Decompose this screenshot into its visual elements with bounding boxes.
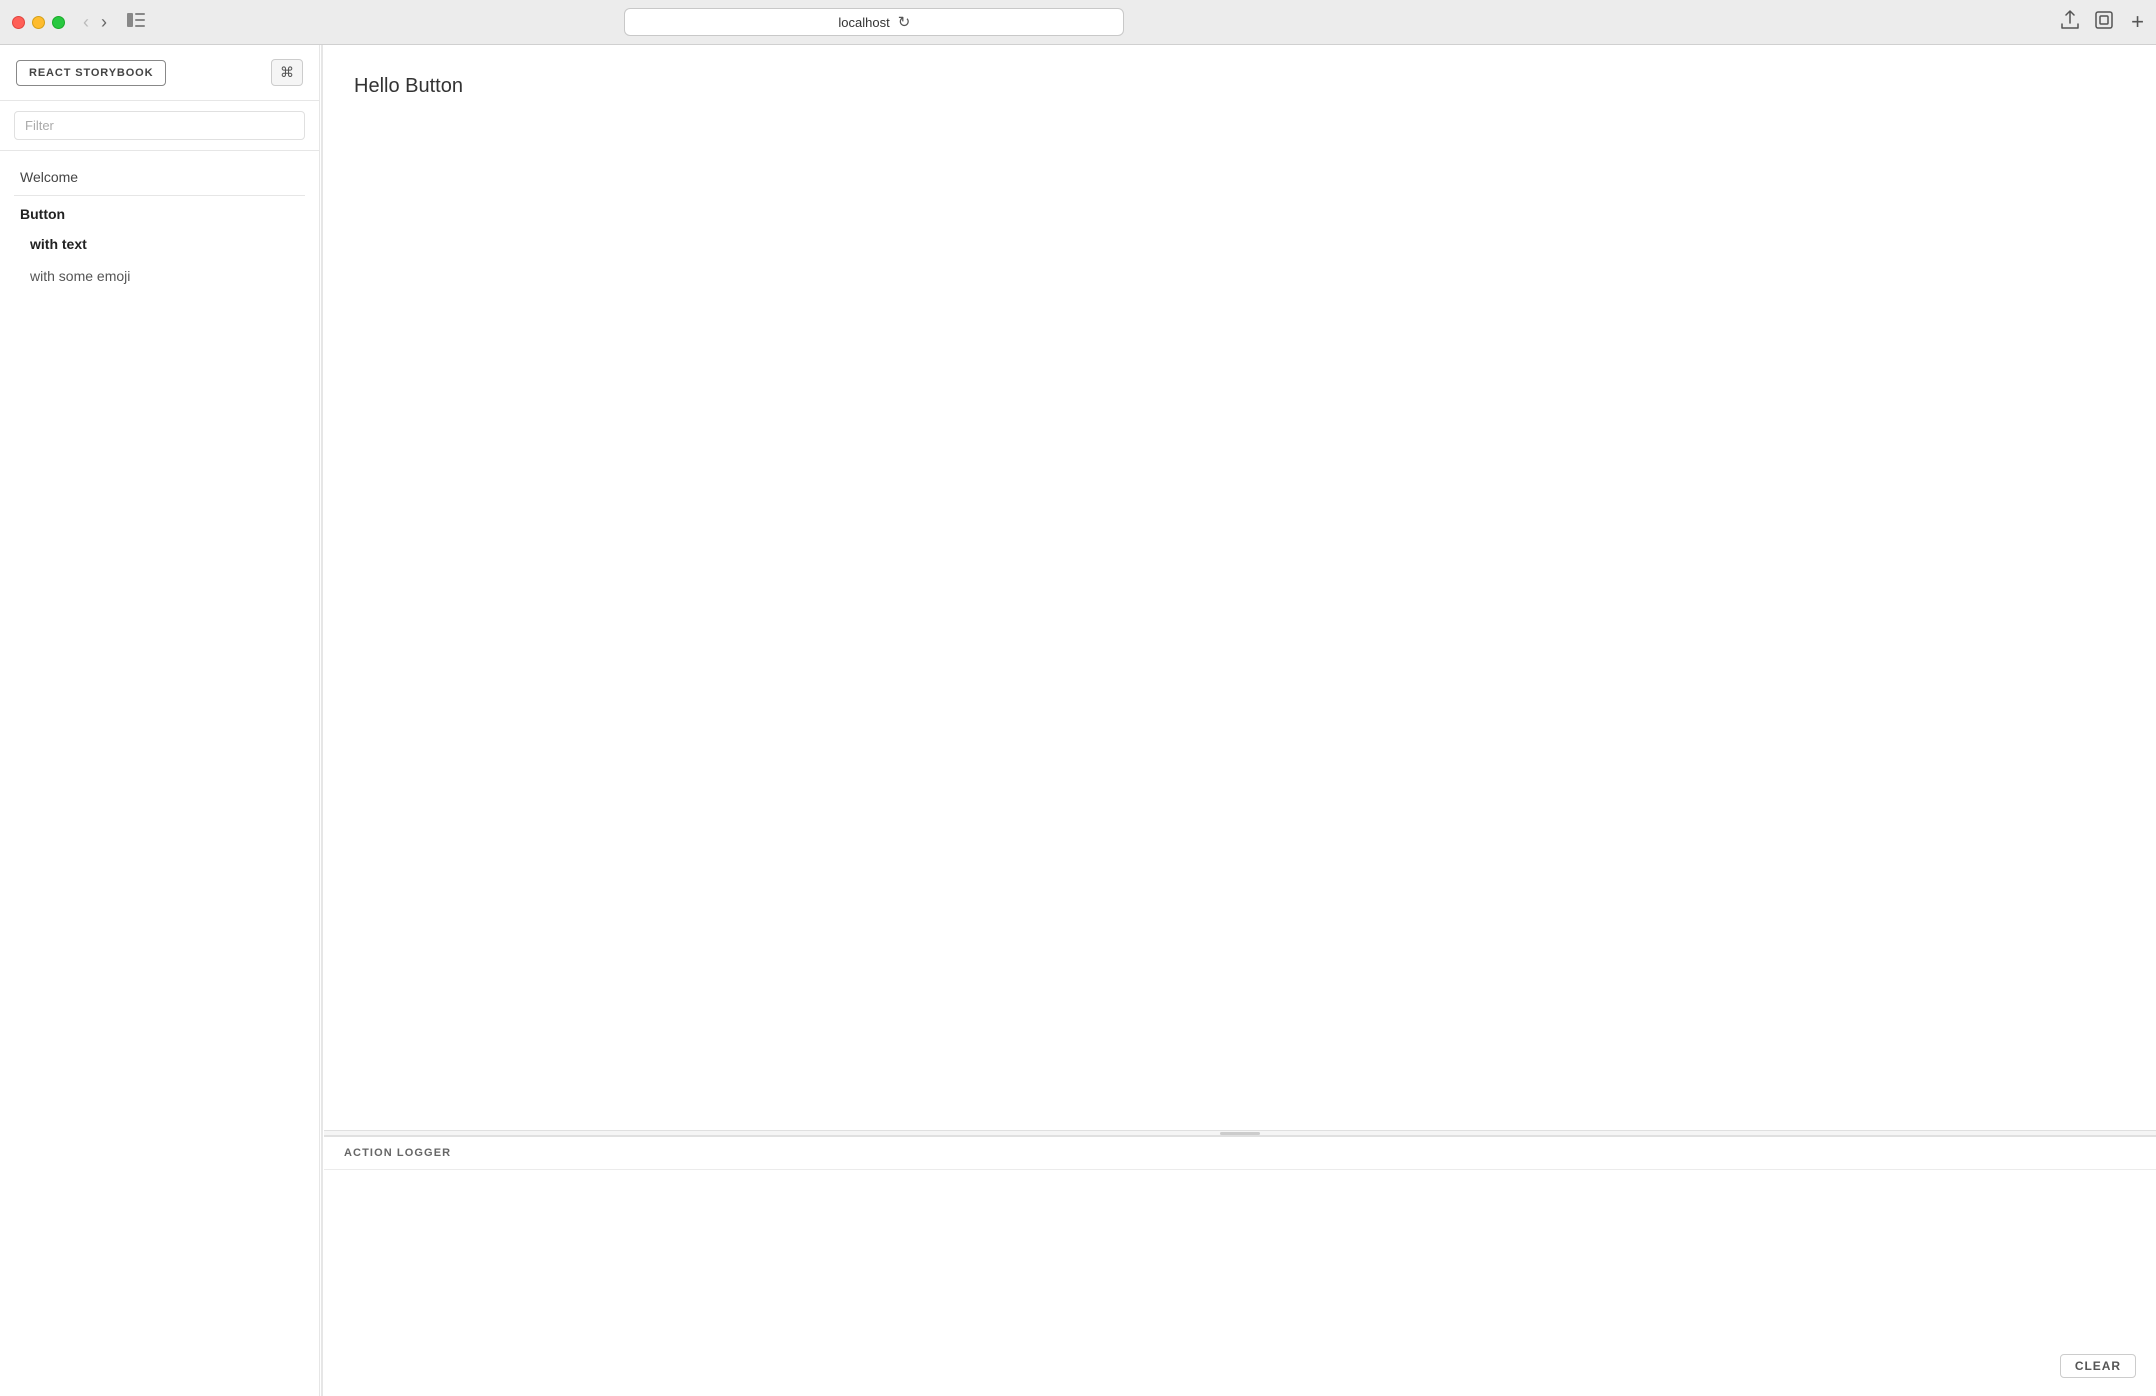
sidebar: REACT STORYBOOK ⌘ Welcome Button with te…	[0, 45, 320, 1396]
story-title: Hello Button	[354, 75, 463, 97]
filter-input[interactable]	[14, 111, 305, 140]
sidebar-item-button[interactable]: Button	[0, 200, 319, 228]
sidebar-toggle-button[interactable]	[121, 11, 151, 34]
resize-handle-bar	[1220, 1132, 1260, 1135]
browser-chrome: ‹ › localhost ↻ +	[0, 0, 2156, 45]
back-button[interactable]: ‹	[79, 13, 93, 31]
action-logger-panel: ACTION LOGGER CLEAR	[324, 1136, 2156, 1396]
sidebar-header: REACT STORYBOOK ⌘	[0, 45, 319, 101]
share-button[interactable]	[2061, 10, 2079, 35]
close-traffic-light[interactable]	[12, 16, 25, 29]
main-content: Hello Button ACTION LOGGER CLEAR	[324, 45, 2156, 1396]
sidebar-item-welcome[interactable]: Welcome	[0, 163, 319, 191]
nav-buttons: ‹ ›	[79, 13, 111, 31]
minimize-traffic-light[interactable]	[32, 16, 45, 29]
storybook-logo-button[interactable]: REACT STORYBOOK	[16, 60, 166, 86]
sidebar-item-with-some-emoji[interactable]: with some emoji	[0, 260, 319, 292]
forward-button[interactable]: ›	[97, 13, 111, 31]
filter-input-wrapper	[0, 101, 319, 151]
traffic-lights	[12, 16, 65, 29]
sidebar-nav: Welcome Button with text with some emoji	[0, 151, 319, 1396]
action-logger-title: ACTION LOGGER	[344, 1147, 451, 1159]
clear-button[interactable]: CLEAR	[2060, 1354, 2136, 1378]
address-bar[interactable]: localhost ↻	[624, 8, 1124, 36]
maximize-traffic-light[interactable]	[52, 16, 65, 29]
reload-button[interactable]: ↻	[898, 13, 911, 31]
url-text: localhost	[838, 15, 889, 30]
action-logger-body	[324, 1170, 2156, 1396]
nav-divider	[14, 195, 305, 196]
keyboard-shortcut-button[interactable]: ⌘	[271, 59, 303, 86]
tabs-button[interactable]	[2095, 10, 2113, 35]
app-layout: REACT STORYBOOK ⌘ Welcome Button with te…	[0, 45, 2156, 1396]
story-preview: Hello Button	[324, 45, 2156, 1130]
action-logger-header: ACTION LOGGER	[324, 1137, 2156, 1170]
new-tab-button[interactable]: +	[2131, 9, 2144, 35]
browser-actions	[2061, 10, 2113, 35]
sidebar-item-with-text[interactable]: with text	[0, 228, 319, 260]
